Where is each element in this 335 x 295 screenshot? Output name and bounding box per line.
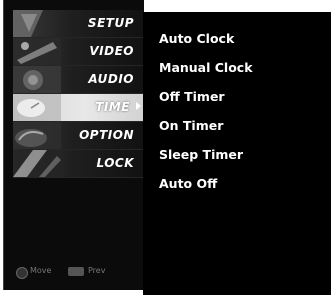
menu-label-lock: LOCK <box>96 156 134 170</box>
navigation-hints: Move Prev <box>16 266 142 280</box>
video-thumbnail-icon <box>13 38 61 65</box>
menu-item-option[interactable]: OPTION <box>13 122 144 150</box>
time-thumbnail-icon <box>13 94 61 121</box>
audio-thumbnail-icon <box>13 66 61 93</box>
menu-label-time: TIME <box>95 100 130 114</box>
setup-thumbnail-icon <box>13 10 43 37</box>
menu-item-video[interactable]: VIDEO <box>13 38 144 66</box>
menu-item-audio[interactable]: AUDIO <box>13 66 144 94</box>
menu-label-setup: SETUP <box>87 16 134 30</box>
submenu-item-manual-clock[interactable]: Manual Clock <box>159 60 253 75</box>
menu-key-icon <box>68 267 84 276</box>
menu-label-video: VIDEO <box>89 44 134 58</box>
menu-item-lock[interactable]: LOCK <box>13 150 144 178</box>
submenu-item-on-timer[interactable]: On Timer <box>159 118 223 133</box>
submenu-item-auto-clock[interactable]: Auto Clock <box>159 31 234 46</box>
menu-label-option: OPTION <box>79 128 134 142</box>
submenu-item-sleep-timer[interactable]: Sleep Timer <box>159 147 243 162</box>
main-menu: SETUP VIDEO AUDIO TIME OPTION LOCK Move … <box>3 0 144 290</box>
menu-label-audio: AUDIO <box>88 72 134 86</box>
menu-item-setup[interactable]: SETUP <box>13 10 144 38</box>
hint-prev: Prev <box>88 266 106 275</box>
menu-item-time[interactable]: TIME <box>13 94 144 122</box>
arrow-right-icon <box>136 102 141 110</box>
tv-menu-screen: SETUP VIDEO AUDIO TIME OPTION LOCK Move … <box>0 0 335 295</box>
lock-thumbnail-icon <box>13 150 61 177</box>
option-thumbnail-icon <box>13 122 61 149</box>
time-submenu: Auto Clock Manual Clock Off Timer On Tim… <box>143 12 331 295</box>
hint-move: Move <box>30 266 52 275</box>
submenu-item-auto-off[interactable]: Auto Off <box>159 176 217 191</box>
move-icon <box>16 267 28 279</box>
submenu-item-off-timer[interactable]: Off Timer <box>159 89 225 104</box>
